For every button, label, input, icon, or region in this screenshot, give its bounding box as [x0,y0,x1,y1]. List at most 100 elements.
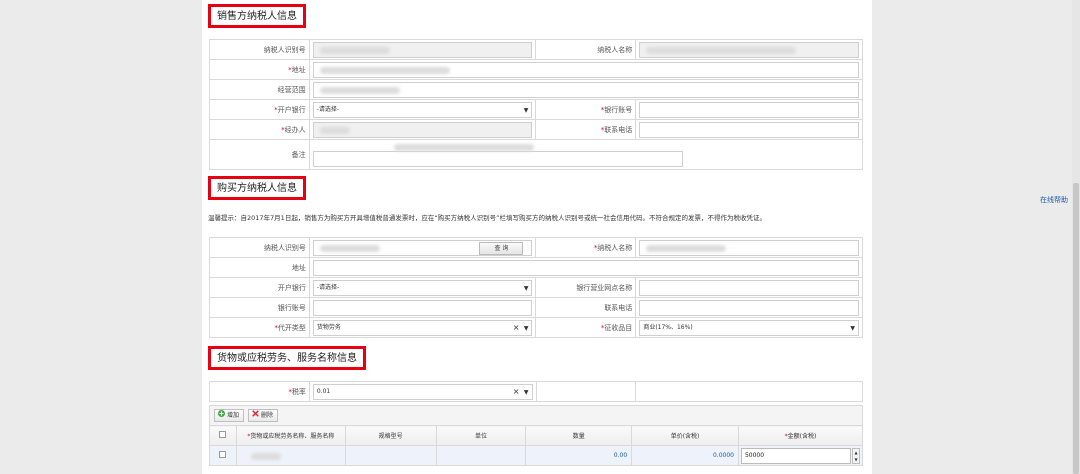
tax-item-value: 商业(17%、16%) [643,323,693,331]
seller-address-text: 地址 [291,65,306,74]
col-header-spec: 规格型号 [344,425,437,446]
seller-remark-label: 备注 [209,139,310,170]
seller-phone-text: 联系电话 [604,125,633,134]
spec-cell[interactable] [344,445,437,466]
row-checkbox-cell[interactable] [209,445,237,466]
clear-icon[interactable]: × [513,385,520,399]
amount-cell[interactable]: 50000 ▲ ▼ [737,445,864,466]
online-help-link[interactable]: 在线帮助 [1040,195,1068,205]
buyer-address-field[interactable] [312,259,859,276]
seller-taxpayer-id-label: 纳税人识别号 [209,39,310,60]
buyer-address-label: 地址 [209,257,310,278]
quantity-cell[interactable]: 0.00 [525,445,633,466]
goods-name-cell[interactable] [235,445,346,466]
seller-taxpayer-name-field[interactable] [639,41,859,58]
seller-bank-placeholder: -请选择- [316,105,340,113]
col-header-goods-name-text: 货物或应税劳务名称、服务名称 [250,433,335,440]
buyer-notice-text: 温馨提示：自2017年7月1日起，销售方为购买方开具增值税普通发票时，应在“购买… [208,214,767,222]
seller-phone-label: *联系电话 [535,119,637,140]
buyer-taxpayer-name-text: 纳税人名称 [597,243,633,252]
table-row[interactable]: 0.00 0.0000 50000 ▲ ▼ [209,445,864,466]
agent-type-text: 代开类型 [277,323,306,332]
col-header-goods-name: *货物或应税劳务名称、服务名称 [235,425,346,446]
buyer-taxpayer-id-field[interactable]: 查 询 [312,239,533,256]
seller-business-scope-field[interactable] [312,81,859,98]
col-header-amount-text: 金额(含税) [787,433,817,440]
col-header-quantity: 数量 [525,425,633,446]
buyer-taxpayer-id-label: 纳税人识别号 [209,237,310,258]
unit-price-cell[interactable]: 0.0000 [631,445,739,466]
tax-item-select[interactable]: 商业(17%、16%) ▼ [639,319,859,336]
buyer-form: 纳税人识别号 查 询 *纳税人名称 地址 开户银行 -请选择- ▼ 银行营业网点名… [209,237,864,338]
buyer-section-title: 购买方纳税人信息 [208,176,306,200]
seller-business-scope-label: 经营范围 [209,79,310,100]
agent-type-select[interactable]: 货物劳务 × ▼ [312,319,533,336]
tax-rate-text: 税率 [291,387,306,396]
plus-circle-icon [218,410,225,421]
seller-section-title: 销售方纳税人信息 [208,4,306,28]
seller-form: 纳税人识别号 纳税人名称 *地址 经营范围 *开户银行 -请选择- ▼ *银行账号… [209,39,864,170]
buyer-phone-label: 联系电话 [535,297,637,318]
add-row-button[interactable]: 增加 [214,409,245,422]
buyer-taxpayer-name-label: *纳税人名称 [535,237,637,258]
tax-rate-label: *税率 [209,381,310,402]
chevron-down-icon: ▼ [850,324,855,332]
select-all-checkbox[interactable] [219,431,227,438]
seller-operator-label: *经办人 [209,119,310,140]
goods-toolbar: 增加 删除 [209,405,863,425]
seller-address-label: *地址 [209,59,310,80]
seller-bank-account-text: 银行账号 [604,105,633,114]
select-all-checkbox-cell[interactable] [209,425,237,446]
amount-spinner[interactable]: ▲ ▼ [852,448,860,464]
seller-taxpayer-name-label: 纳税人名称 [535,39,637,60]
chevron-down-icon: ▼ [523,284,529,292]
seller-bank-text: 开户银行 [277,105,306,114]
goods-section-title: 货物或应税劳务、服务名称信息 [208,346,366,370]
seller-operator-field[interactable] [312,121,533,138]
tax-item-text: 征收品目 [604,323,633,332]
seller-address-field[interactable] [312,61,859,78]
seller-bank-account-field[interactable] [639,101,859,118]
chevron-down-icon: ▼ [523,106,529,114]
seller-bank-select[interactable]: -请选择- ▼ [312,101,533,118]
add-row-label: 增加 [227,412,240,419]
buyer-bank-branch-label: 银行营业网点名称 [535,277,637,298]
seller-phone-field[interactable] [639,121,859,138]
col-header-amount: *金额(含税) [737,425,864,446]
agent-type-value: 货物劳务 [316,323,341,331]
buyer-bank-account-label: 银行账号 [209,297,310,318]
seller-bank-account-label: *银行账号 [535,99,637,120]
buyer-bank-account-field[interactable] [312,299,533,316]
unit-cell[interactable] [435,445,527,466]
buyer-bank-placeholder: -请选择- [316,283,340,291]
buyer-bank-branch-field[interactable] [639,279,859,296]
chevron-down-icon: ▼ [523,388,529,396]
scrollbar-thumb[interactable] [1073,183,1079,474]
tax-rate-select[interactable]: 0.01 × ▼ [312,383,533,400]
goods-table: *货物或应税劳务名称、服务名称 规格型号 单位 数量 单价(含税) *金额(含税… [209,425,864,466]
col-header-unit: 单位 [435,425,527,446]
empty-cell [535,381,637,402]
buyer-taxpayer-name-field[interactable] [639,239,859,256]
tax-rate-form: *税率 0.01 × ▼ [209,381,863,402]
seller-taxpayer-id-field[interactable] [312,41,533,58]
query-button[interactable]: 查 询 [479,241,524,255]
buyer-bank-label: 开户银行 [209,277,310,298]
clear-icon[interactable]: × [513,321,520,335]
row-checkbox[interactable] [219,451,227,458]
empty-cell [635,381,863,402]
chevron-down-icon: ▼ [523,324,529,332]
delete-row-button[interactable]: 删除 [248,409,279,422]
agent-type-label: *代开类型 [209,317,310,338]
seller-operator-text: 经办人 [284,125,306,134]
seller-remark-field[interactable] [312,143,683,167]
amount-input[interactable]: 50000 [740,447,851,464]
seller-bank-label: *开户银行 [209,99,310,120]
col-header-unit-price: 单价(含税) [631,425,739,446]
tax-item-label: *征收品目 [535,317,637,338]
buyer-phone-field[interactable] [639,299,859,316]
delete-row-label: 删除 [261,412,274,419]
tax-rate-value: 0.01 [316,387,331,395]
buyer-bank-select[interactable]: -请选择- ▼ [312,279,533,296]
delete-x-icon [252,410,259,421]
